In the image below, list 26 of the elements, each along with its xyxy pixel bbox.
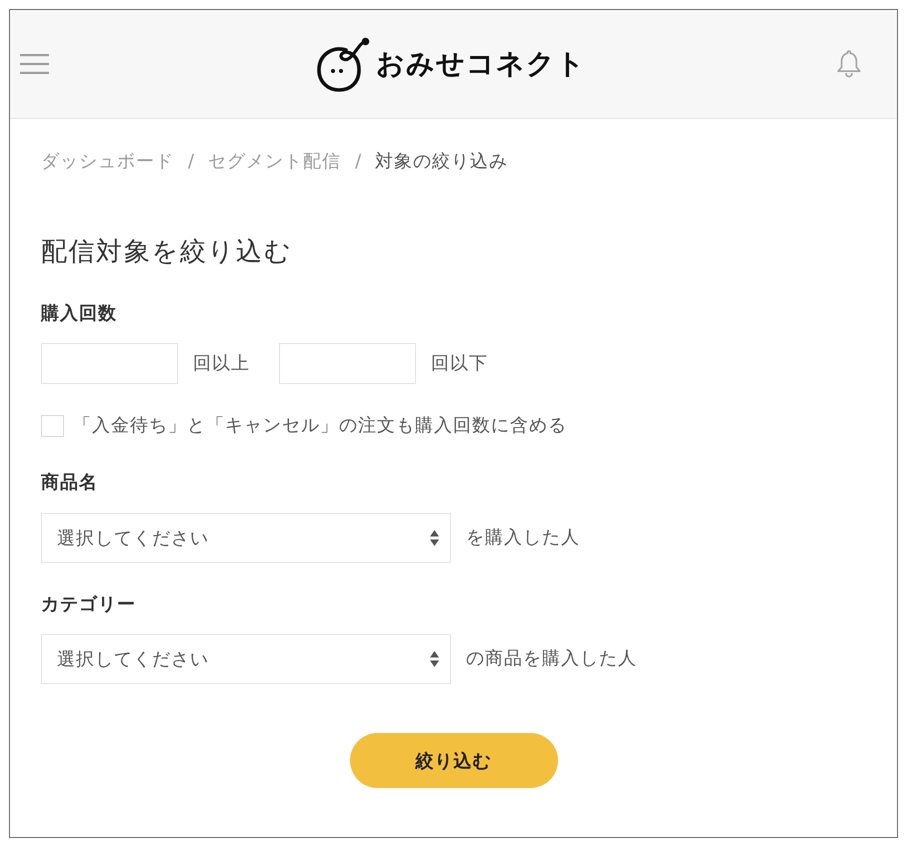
range-suffix: 回以下 <box>431 352 488 376</box>
bell-icon <box>837 50 861 78</box>
select-arrows-icon <box>430 530 439 546</box>
breadcrumb-separator: / <box>355 150 362 174</box>
checkbox-label: 「入金待ち」と「キャンセル」の注文も購入回数に含める <box>73 414 567 438</box>
range-suffix: 回以上 <box>193 352 250 376</box>
select-dropdown[interactable]: 選択してください <box>41 513 451 563</box>
page-title: 配信対象を絞り込む <box>41 236 294 269</box>
checkbox[interactable] <box>41 415 64 437</box>
field-label: 購入回数 <box>41 302 118 326</box>
menu-icon <box>20 54 49 74</box>
number-input-field[interactable] <box>279 343 416 384</box>
select-arrows-icon <box>430 651 439 667</box>
select-suffix: を購入した人 <box>466 526 580 550</box>
select-dropdown[interactable]: 選択してください <box>41 634 451 684</box>
select-suffix: の商品を購入した人 <box>466 647 637 671</box>
face-logo-icon <box>316 36 370 92</box>
number-input-field[interactable] <box>41 343 178 384</box>
notification-button[interactable] <box>837 50 861 78</box>
field-label: カテゴリー <box>41 593 137 617</box>
logo-text: おみせコネクト <box>376 47 586 81</box>
submit-button[interactable]: 絞り込む <box>350 733 558 788</box>
breadcrumb-current: 対象の絞り込み <box>375 150 508 174</box>
breadcrumb-separator: / <box>188 150 194 174</box>
menu-button[interactable] <box>20 54 49 74</box>
field-label: 商品名 <box>41 471 99 495</box>
